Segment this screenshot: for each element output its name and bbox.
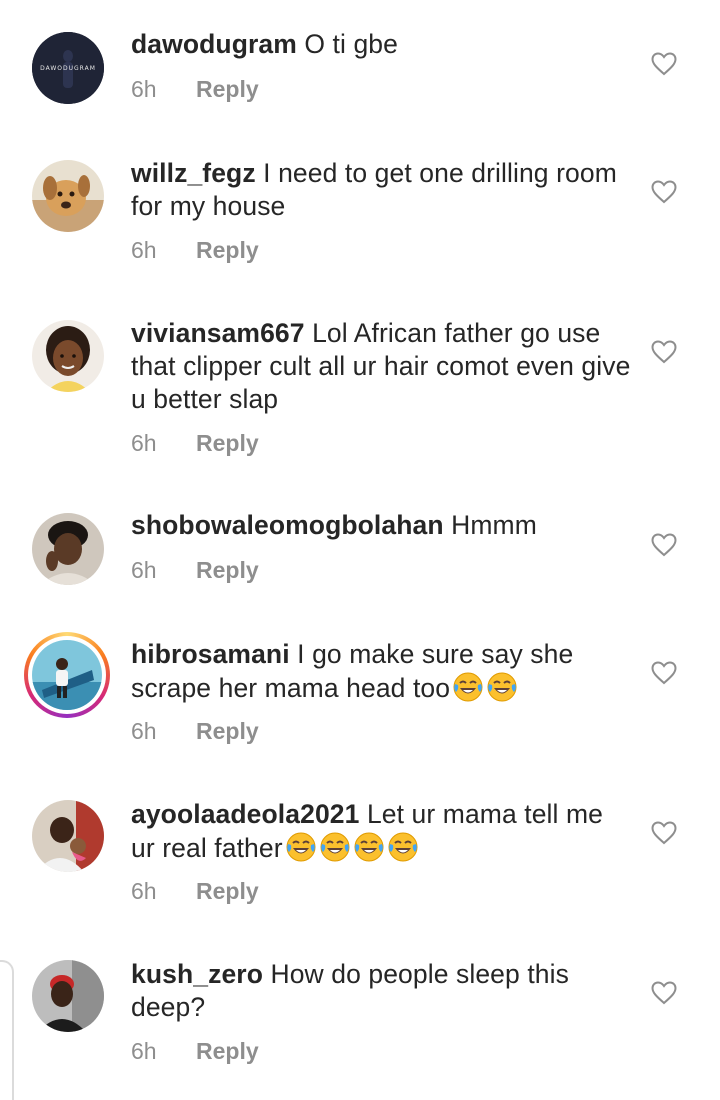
comment-meta: 6h Reply bbox=[131, 237, 259, 264]
reply-button[interactable]: Reply bbox=[196, 430, 259, 457]
comment-time: 6h bbox=[131, 76, 157, 102]
comment-text: shobowaleomogbolahan Hmmm bbox=[131, 509, 631, 542]
comment-text: dawodugram O ti gbe bbox=[131, 28, 631, 61]
panel-edge-divider bbox=[0, 960, 14, 1100]
tears-of-joy-emoji-icon bbox=[452, 671, 484, 703]
avatar[interactable] bbox=[32, 800, 104, 872]
comment-time: 6h bbox=[131, 1038, 157, 1064]
comment-text: hibrosamani I go make sure say she scrap… bbox=[131, 638, 631, 705]
reply-button[interactable]: Reply bbox=[196, 557, 259, 584]
tears-of-joy-emoji-icon bbox=[353, 831, 385, 863]
reply-button[interactable]: Reply bbox=[196, 76, 259, 103]
reply-button[interactable]: Reply bbox=[196, 878, 259, 905]
comments-list: DAWODUGRAM dawodugram O ti gbe 6h Reply bbox=[0, 0, 720, 1100]
avatar[interactable] bbox=[32, 513, 104, 585]
avatar-story-ring[interactable] bbox=[24, 632, 110, 718]
like-heart-icon[interactable] bbox=[651, 533, 677, 557]
tears-of-joy-emoji-icon bbox=[387, 831, 419, 863]
comment-meta: 6h Reply bbox=[131, 557, 259, 584]
tears-of-joy-emoji-icon bbox=[319, 831, 351, 863]
comment-meta: 6h Reply bbox=[131, 878, 259, 905]
reply-button[interactable]: Reply bbox=[196, 718, 259, 745]
like-heart-icon[interactable] bbox=[651, 821, 677, 845]
avatar[interactable] bbox=[32, 320, 104, 392]
comment-text: viviansam667 Lol African father go use t… bbox=[131, 317, 631, 416]
avatar bbox=[28, 636, 106, 714]
reply-button[interactable]: Reply bbox=[196, 1038, 259, 1065]
comment-username[interactable]: viviansam667 bbox=[131, 318, 305, 348]
comment-username[interactable]: hibrosamani bbox=[131, 639, 290, 669]
comment-time: 6h bbox=[131, 430, 157, 456]
like-heart-icon[interactable] bbox=[651, 340, 677, 364]
comment-text: ayoolaadeola2021 Let ur mama tell me ur … bbox=[131, 798, 631, 865]
like-heart-icon[interactable] bbox=[651, 661, 677, 685]
comment-time: 6h bbox=[131, 718, 157, 744]
like-heart-icon[interactable] bbox=[651, 981, 677, 1005]
avatar-logo-text: DAWODUGRAM bbox=[40, 65, 96, 72]
comment-username[interactable]: ayoolaadeola2021 bbox=[131, 799, 359, 829]
comment-username[interactable]: shobowaleomogbolahan bbox=[131, 510, 444, 540]
comment-username[interactable]: willz_fegz bbox=[131, 158, 256, 188]
avatar-photo bbox=[32, 640, 102, 710]
comment-time: 6h bbox=[131, 878, 157, 904]
comment-text: kush_zero How do people sleep this deep? bbox=[131, 958, 631, 1024]
comment-username[interactable]: kush_zero bbox=[131, 959, 263, 989]
comment-meta: 6h Reply bbox=[131, 718, 259, 745]
comment-meta: 6h Reply bbox=[131, 430, 259, 457]
tears-of-joy-emoji-icon bbox=[285, 831, 317, 863]
comment-meta: 6h Reply bbox=[131, 1038, 259, 1065]
comment-text: willz_fegz I need to get one drilling ro… bbox=[131, 157, 631, 223]
comment-time: 6h bbox=[131, 237, 157, 263]
avatar[interactable]: DAWODUGRAM bbox=[32, 32, 104, 104]
comment-body: Hmmm bbox=[451, 510, 537, 540]
comment-meta: 6h Reply bbox=[131, 76, 259, 103]
avatar[interactable] bbox=[32, 160, 104, 232]
comment-time: 6h bbox=[131, 557, 157, 583]
like-heart-icon[interactable] bbox=[651, 180, 677, 204]
reply-button[interactable]: Reply bbox=[196, 237, 259, 264]
avatar[interactable] bbox=[32, 960, 104, 1032]
tears-of-joy-emoji-icon bbox=[486, 671, 518, 703]
comment-username[interactable]: dawodugram bbox=[131, 29, 297, 59]
like-heart-icon[interactable] bbox=[651, 52, 677, 76]
comment-body: O ti gbe bbox=[304, 29, 398, 59]
